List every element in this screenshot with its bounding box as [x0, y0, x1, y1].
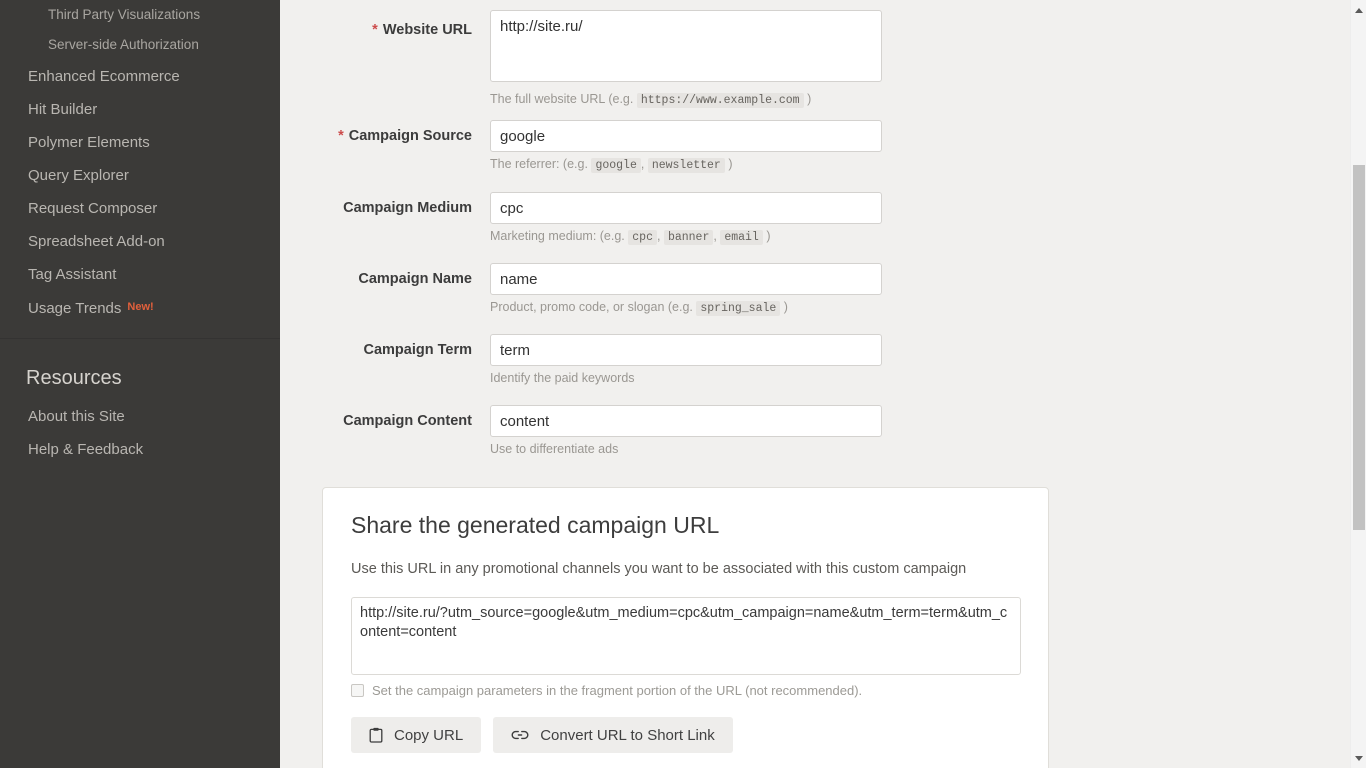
label-campaign-content: Campaign Content	[280, 413, 472, 429]
campaign-name-input[interactable]	[490, 263, 882, 295]
share-generated-url-card: Share the generated campaign URL Use thi…	[322, 487, 1049, 768]
campaign-content-input[interactable]	[490, 405, 882, 437]
scrollbar-thumb[interactable]	[1353, 165, 1365, 530]
required-marker: *	[372, 22, 378, 38]
scroll-up-arrow-icon[interactable]	[1351, 2, 1366, 18]
fragment-checkbox-row[interactable]: Set the campaign parameters in the fragm…	[351, 683, 1020, 698]
hint-campaign-source: The referrer: (e.g. google, newsletter )	[490, 157, 733, 173]
hint-suffix: )	[728, 157, 733, 171]
sidebar-item-spreadsheet-add-on[interactable]: Spreadsheet Add-on	[0, 225, 280, 258]
share-card-subtitle: Use this URL in any promotional channels…	[351, 561, 967, 577]
sidebar-item-help-and-feedback[interactable]: Help & Feedback	[0, 433, 280, 466]
new-badge: New!	[127, 301, 154, 313]
campaign-url-builder-page: Third Party Visualizations Server-side A…	[0, 0, 1366, 768]
hint-code: newsletter	[647, 158, 725, 173]
hint-code: https://www.example.com	[636, 93, 804, 108]
sidebar-item-server-side-authorization[interactable]: Server-side Authorization	[0, 30, 280, 60]
form-row-campaign-name: Campaign Name Product, promo code, or sl…	[280, 263, 1352, 334]
sidebar-heading-resources: Resources	[26, 367, 122, 389]
label-website-url: * Website URL	[280, 22, 472, 38]
form-row-campaign-medium: Campaign Medium Marketing medium: (e.g. …	[280, 192, 1352, 263]
link-icon	[511, 729, 529, 741]
campaign-source-input[interactable]	[490, 120, 882, 152]
hint-website-url: The full website URL (e.g. https://www.e…	[490, 92, 882, 108]
form-row-campaign-term: Campaign Term Identify the paid keywords	[280, 334, 1352, 405]
hint-campaign-content: Use to differentiate ads	[490, 442, 619, 456]
label-campaign-source: * Campaign Source	[280, 128, 472, 144]
hint-campaign-medium: Marketing medium: (e.g. cpc, banner, ema…	[490, 229, 771, 245]
form-row-campaign-source: *Campaign Source The referrer: (e.g. goo…	[280, 120, 1352, 191]
convert-to-short-link-label: Convert URL to Short Link	[540, 726, 715, 744]
hint-campaign-term: Identify the paid keywords	[490, 371, 635, 385]
hint-code: cpc	[628, 230, 657, 245]
hint-code: banner	[663, 230, 714, 245]
fragment-checkbox-label: Set the campaign parameters in the fragm…	[372, 683, 863, 698]
label-campaign-term: Campaign Term	[280, 342, 472, 358]
website-url-input[interactable]	[490, 10, 882, 82]
hint-suffix: )	[783, 300, 788, 314]
hint-code: email	[720, 230, 763, 245]
hint-code: spring_sale	[696, 301, 781, 316]
hint-suffix: )	[766, 229, 771, 243]
hint-suffix: )	[807, 92, 812, 106]
sidebar-nav-list: Third Party Visualizations Server-side A…	[0, 0, 280, 324]
label-campaign-medium: Campaign Medium	[280, 200, 472, 216]
share-card-title: Share the generated campaign URL	[351, 512, 720, 538]
label-text: Campaign Term	[363, 342, 472, 358]
sidebar-item-usage-trends[interactable]: Usage Trends New!	[0, 291, 280, 324]
hint-code: google	[591, 158, 641, 173]
main-content: *Website URL The full website URL (e.g. …	[280, 0, 1352, 768]
sidebar-item-third-party-visualizations[interactable]: Third Party Visualizations	[0, 0, 280, 30]
sidebar-resources-list: About this Site Help & Feedback	[0, 400, 280, 466]
label-text: Campaign Content	[343, 413, 472, 429]
form-row-campaign-content: Campaign Content Use to differentiate ad…	[280, 405, 1352, 476]
label-text: Campaign Name	[358, 271, 472, 287]
sidebar-item-query-explorer[interactable]: Query Explorer	[0, 159, 280, 192]
campaign-medium-input[interactable]	[490, 192, 882, 224]
sidebar: Third Party Visualizations Server-side A…	[0, 0, 280, 768]
page-scrollbar[interactable]	[1350, 0, 1366, 768]
hint-text: Product, promo code, or slogan (e.g.	[490, 300, 693, 314]
share-card-buttons: Copy URL Convert URL to Short Link	[351, 717, 1020, 753]
campaign-term-input[interactable]	[490, 334, 882, 366]
sidebar-item-tag-assistant[interactable]: Tag Assistant	[0, 258, 280, 291]
clipboard-icon	[369, 727, 383, 743]
form-row-website-url: *Website URL The full website URL (e.g. …	[280, 10, 1352, 120]
sidebar-item-polymer-elements[interactable]: Polymer Elements	[0, 126, 280, 159]
hint-campaign-name: Product, promo code, or slogan (e.g. spr…	[490, 300, 882, 316]
copy-url-label: Copy URL	[394, 726, 464, 744]
convert-to-short-link-button[interactable]: Convert URL to Short Link	[493, 717, 733, 753]
label-text: Campaign Medium	[343, 200, 472, 216]
copy-url-button[interactable]: Copy URL	[351, 717, 482, 753]
sidebar-item-enhanced-ecommerce[interactable]: Enhanced Ecommerce	[0, 60, 280, 93]
sidebar-item-hit-builder[interactable]: Hit Builder	[0, 93, 280, 126]
required-marker: *	[338, 128, 344, 144]
hint-text: Marketing medium: (e.g.	[490, 229, 625, 243]
sidebar-item-about-this-site[interactable]: About this Site	[0, 400, 280, 433]
sidebar-item-request-composer[interactable]: Request Composer	[0, 192, 280, 225]
label-text: Campaign Source	[348, 128, 472, 144]
sidebar-item-label: Usage Trends	[28, 300, 122, 317]
fragment-checkbox[interactable]	[351, 684, 364, 697]
hint-text: The referrer: (e.g.	[490, 157, 588, 171]
label-campaign-name: Campaign Name	[280, 271, 472, 287]
sidebar-divider	[0, 338, 280, 339]
hint-text: The full website URL (e.g.	[490, 92, 634, 106]
label-text: Website URL	[382, 22, 472, 38]
scroll-down-arrow-icon[interactable]	[1351, 750, 1366, 766]
generated-url-output[interactable]	[351, 597, 1021, 675]
